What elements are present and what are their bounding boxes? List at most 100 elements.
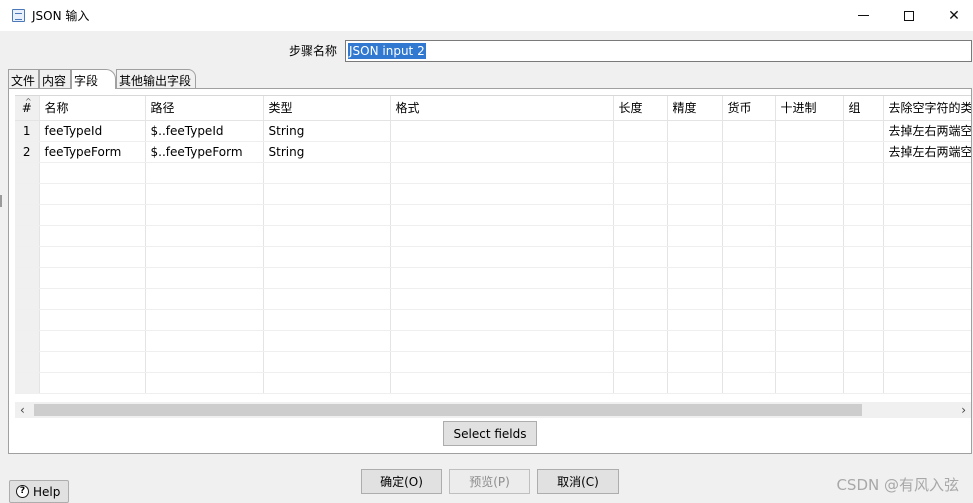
empty-row xyxy=(15,267,971,289)
column-header-index[interactable]: ^ # xyxy=(15,96,40,121)
cell-type[interactable]: String xyxy=(263,141,391,163)
empty-cell xyxy=(883,267,971,289)
tab-fields[interactable]: 字段 xyxy=(71,69,116,89)
cell-trim-type[interactable]: 去掉左右两端空格 xyxy=(883,141,971,163)
tab-other-output-fields[interactable]: 其他输出字段 xyxy=(116,69,196,88)
select-fields-button[interactable]: Select fields xyxy=(443,421,537,446)
empty-cell xyxy=(145,288,264,310)
tab-file[interactable]: 文件 xyxy=(8,69,39,88)
cell-currency[interactable] xyxy=(722,120,776,142)
empty-cell xyxy=(843,288,884,310)
empty-cell xyxy=(667,204,723,226)
empty-cell xyxy=(843,183,884,205)
close-button[interactable]: ✕ xyxy=(931,0,973,31)
cell-decimal[interactable] xyxy=(775,120,844,142)
empty-cell xyxy=(843,204,884,226)
column-header-trim-type[interactable]: 去除空字符的类型 xyxy=(883,96,971,121)
empty-cell xyxy=(15,204,40,226)
empty-cell xyxy=(843,330,884,352)
empty-cell xyxy=(613,288,668,310)
empty-cell xyxy=(263,225,391,247)
table-row[interactable]: 2 feeTypeForm $..feeTypeForm String 去掉左右… xyxy=(15,141,971,163)
empty-row xyxy=(15,351,971,373)
column-header-decimal[interactable]: 十进制 xyxy=(775,96,844,121)
empty-cell xyxy=(613,330,668,352)
empty-row xyxy=(15,309,971,331)
empty-cell xyxy=(263,162,391,184)
cell-group[interactable] xyxy=(843,141,884,163)
cell-currency[interactable] xyxy=(722,141,776,163)
cell-format[interactable] xyxy=(390,120,614,142)
cell-name[interactable]: feeTypeId xyxy=(39,120,146,142)
window-edge-mark xyxy=(0,195,2,207)
empty-cell xyxy=(15,225,40,247)
cell-precision[interactable] xyxy=(667,141,723,163)
scroll-left-icon[interactable]: ‹ xyxy=(20,403,25,417)
cell-trim-type[interactable]: 去掉左右两端空格 xyxy=(883,120,971,142)
empty-cell xyxy=(145,309,264,331)
cell-type[interactable]: String xyxy=(263,120,391,142)
empty-cell xyxy=(263,372,391,394)
empty-cell xyxy=(145,330,264,352)
cell-group[interactable] xyxy=(843,120,884,142)
preview-button[interactable]: 预览(P) xyxy=(449,469,530,494)
column-header-precision[interactable]: 精度 xyxy=(667,96,723,121)
step-name-input[interactable]: JSON input 2 xyxy=(345,40,972,62)
empty-cell xyxy=(883,351,971,373)
empty-cell xyxy=(263,183,391,205)
minimize-button[interactable] xyxy=(840,0,886,31)
column-header-group[interactable]: 组 xyxy=(843,96,884,121)
empty-cell xyxy=(390,351,614,373)
cell-name[interactable]: feeTypeForm xyxy=(39,141,146,163)
tab-content[interactable]: 内容 xyxy=(39,69,71,88)
empty-cell xyxy=(263,288,391,310)
maximize-button[interactable] xyxy=(886,0,932,31)
cell-format[interactable] xyxy=(390,141,614,163)
column-header-name[interactable]: 名称 xyxy=(39,96,146,121)
title-bar: JSON 输入 ✕ xyxy=(0,0,973,31)
empty-cell xyxy=(613,183,668,205)
empty-cell xyxy=(843,351,884,373)
column-header-length[interactable]: 长度 xyxy=(613,96,668,121)
empty-row xyxy=(15,183,971,205)
cell-precision[interactable] xyxy=(667,120,723,142)
app-icon xyxy=(12,9,25,22)
help-button[interactable]: ? Help xyxy=(9,480,69,503)
minimize-icon xyxy=(857,15,869,16)
empty-cell xyxy=(843,225,884,247)
empty-row xyxy=(15,162,971,184)
scrollbar-thumb[interactable] xyxy=(34,404,862,416)
empty-cell xyxy=(39,183,146,205)
empty-cell xyxy=(263,351,391,373)
ok-button[interactable]: 确定(O) xyxy=(361,469,442,494)
window-title: JSON 输入 xyxy=(32,9,90,23)
scroll-right-icon[interactable]: › xyxy=(961,403,966,417)
column-header-format[interactable]: 格式 xyxy=(390,96,614,121)
cell-path[interactable]: $..feeTypeForm xyxy=(145,141,264,163)
cell-length[interactable] xyxy=(613,141,668,163)
empty-row xyxy=(15,225,971,247)
horizontal-scrollbar[interactable]: ‹ › xyxy=(15,402,971,418)
empty-cell xyxy=(15,372,40,394)
cell-decimal[interactable] xyxy=(775,141,844,163)
column-header-currency[interactable]: 货币 xyxy=(722,96,776,121)
empty-cell xyxy=(613,267,668,289)
empty-cell xyxy=(775,183,844,205)
cancel-button[interactable]: 取消(C) xyxy=(537,469,619,494)
empty-cell xyxy=(722,288,776,310)
cell-path[interactable]: $..feeTypeId xyxy=(145,120,264,142)
empty-row xyxy=(15,372,971,394)
empty-cell xyxy=(667,330,723,352)
empty-cell xyxy=(39,246,146,268)
empty-cell xyxy=(613,162,668,184)
column-header-type[interactable]: 类型 xyxy=(263,96,391,121)
column-header-path[interactable]: 路径 xyxy=(145,96,264,121)
empty-cell xyxy=(775,246,844,268)
empty-cell xyxy=(39,372,146,394)
table-row[interactable]: 1 feeTypeId $..feeTypeId String 去掉左右两端空格 xyxy=(15,120,971,142)
empty-cell xyxy=(39,162,146,184)
empty-cell xyxy=(263,246,391,268)
cell-length[interactable] xyxy=(613,120,668,142)
empty-cell xyxy=(667,372,723,394)
empty-cell xyxy=(883,372,971,394)
